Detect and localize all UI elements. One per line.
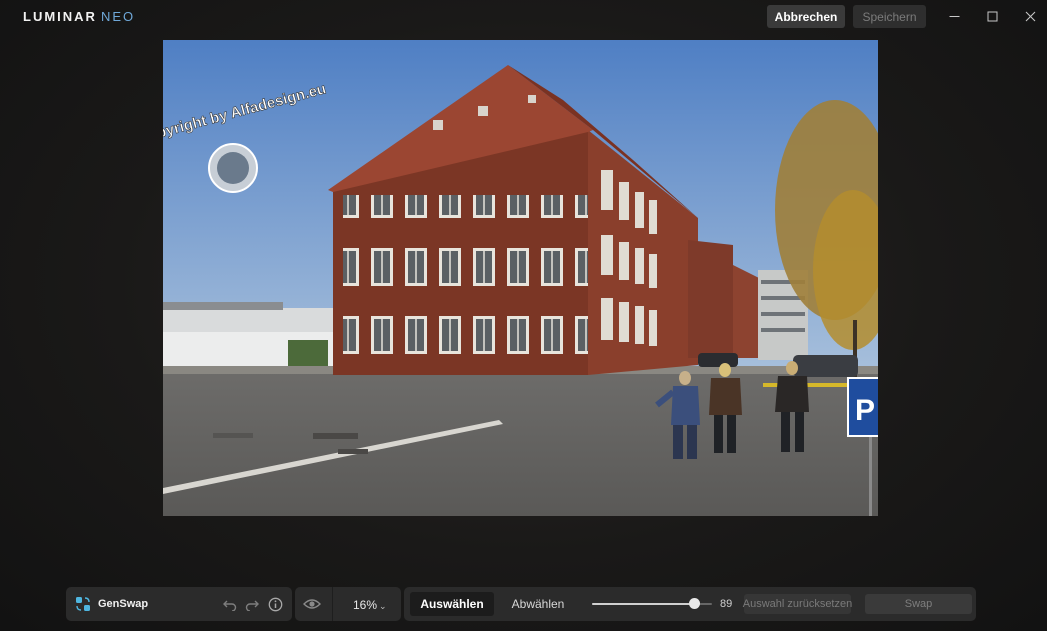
- eye-icon[interactable]: [303, 595, 321, 613]
- zoom-value: 16%: [353, 598, 378, 612]
- redo-icon[interactable]: [243, 595, 261, 613]
- selection-panel: Auswählen Abwählen 89 Auswahl zurücksetz…: [404, 587, 976, 621]
- tool-name: GenSwap: [98, 598, 149, 610]
- slider-fill: [592, 603, 694, 605]
- maximize-icon[interactable]: [982, 6, 1002, 26]
- chevron-down-icon: ⌄: [379, 601, 387, 611]
- info-icon[interactable]: [266, 595, 284, 613]
- genswap-icon: [75, 596, 91, 612]
- swap-button[interactable]: Swap: [865, 594, 972, 614]
- brush-size-value: 89: [720, 598, 733, 610]
- photo-image: P Copyright by Alfadesign.eu: [163, 40, 878, 516]
- selection-mode-toggle: Auswählen Abwählen: [410, 592, 582, 616]
- divider: [332, 587, 333, 621]
- deselect-button[interactable]: Abwählen: [494, 592, 582, 616]
- undo-icon[interactable]: [221, 595, 239, 613]
- view-panel: 16% ⌄: [295, 587, 401, 621]
- app-logo: LUMINAR NEO: [23, 9, 135, 24]
- logo-main: LUMINAR: [23, 9, 97, 24]
- slider-handle[interactable]: [689, 598, 700, 609]
- title-bar: LUMINAR NEO Abbrechen Speichern: [0, 0, 1047, 32]
- select-button[interactable]: Auswählen: [410, 592, 494, 616]
- minimize-icon[interactable]: [944, 6, 964, 26]
- reset-selection-button[interactable]: Auswahl zurücksetzen: [743, 594, 852, 614]
- close-icon[interactable]: [1020, 6, 1040, 26]
- tool-panel: GenSwap: [66, 587, 292, 621]
- brush-size-slider[interactable]: [592, 598, 712, 609]
- parking-sign-letter: P: [855, 394, 875, 427]
- save-button[interactable]: Speichern: [853, 5, 926, 28]
- photo-canvas[interactable]: P Copyright by Alfadesign.eu: [163, 40, 878, 516]
- zoom-dropdown[interactable]: 16% ⌄: [353, 598, 387, 612]
- logo-sub: NEO: [100, 9, 136, 24]
- cancel-button[interactable]: Abbrechen: [767, 5, 845, 28]
